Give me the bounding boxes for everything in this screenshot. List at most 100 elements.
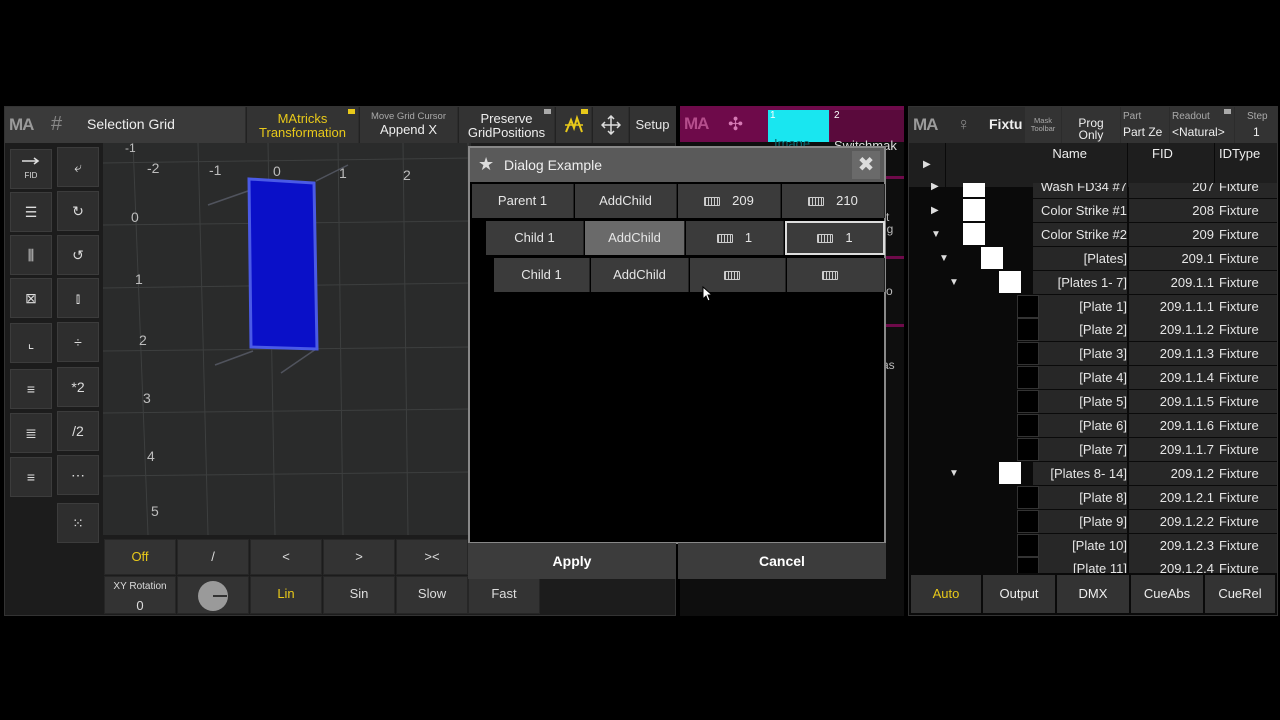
dots-wave-icon[interactable]: ⋯ xyxy=(57,455,99,495)
off-button[interactable]: Off xyxy=(104,539,176,575)
sparkle-grid-icon[interactable] xyxy=(555,107,591,143)
slow-button[interactable]: Slow xyxy=(396,576,468,614)
tab-switchmak[interactable]: 2 Switchmak xyxy=(830,110,904,153)
color-swatch xyxy=(999,270,1021,293)
readout-button[interactable]: Readout <Natural> xyxy=(1170,107,1234,143)
fid-tool-button[interactable]: FID xyxy=(10,149,52,189)
close-icon[interactable]: ✖ xyxy=(852,151,880,179)
multiply-two-button[interactable]: *2 xyxy=(57,367,99,407)
cancel-button[interactable]: Cancel xyxy=(678,543,886,579)
expand-arrow-icon[interactable]: ▶ xyxy=(931,205,939,216)
table-row[interactable]: ▼ Color Strike #2 209 Fixture xyxy=(909,222,1277,247)
value-field-2[interactable]: 210 xyxy=(782,184,885,218)
rotate-corner-icon[interactable]: ⤶ xyxy=(57,147,99,187)
tab-cuerel[interactable]: CueRel xyxy=(1205,575,1275,613)
tab-output[interactable]: Output xyxy=(983,575,1055,613)
table-row[interactable]: [Plate 1] 209.1.1.1 Fixture xyxy=(909,294,1277,319)
value-field-2[interactable]: 1 xyxy=(785,221,885,255)
value-field-2[interactable] xyxy=(787,258,885,292)
ma-logo[interactable]: MA xyxy=(9,115,34,135)
tab-cueabs[interactable]: CueAbs xyxy=(1131,575,1203,613)
greater-than-button[interactable]: > xyxy=(323,539,395,575)
list-arrows-icon[interactable]: ☰ xyxy=(10,192,52,232)
lightbulb-icon[interactable]: ♀ xyxy=(957,114,971,135)
fixture-idtype: Fixture xyxy=(1219,489,1259,505)
rotation-knob[interactable] xyxy=(177,576,249,614)
add-child-button[interactable]: AddChild xyxy=(591,258,689,292)
preserve-gridpositions-button[interactable]: Preserve GridPositions xyxy=(458,107,554,143)
bounce-button[interactable]: >< xyxy=(396,539,468,575)
ma-logo[interactable]: MA xyxy=(684,114,709,134)
part-button[interactable]: Part Part Ze xyxy=(1121,107,1169,143)
divide-two-button[interactable]: /2 xyxy=(57,411,99,451)
table-row[interactable]: [Plate 5] 209.1.1.5 Fixture xyxy=(909,390,1277,414)
puzzle-icon[interactable]: ✣ xyxy=(728,114,743,135)
expand-arrow-icon[interactable]: ▶ xyxy=(931,183,939,192)
split-horizontal-icon[interactable]: ÷ xyxy=(57,322,99,362)
column-header-name[interactable]: Name xyxy=(946,143,1127,187)
rotate-ccw-icon[interactable]: ↺ xyxy=(57,235,99,275)
fixture-fid: 209.1.1.5 xyxy=(1159,394,1214,410)
selection-grid-canvas[interactable]: -1 -2 -1 0 1 2 0 1 2 3 4 5 xyxy=(103,143,471,535)
mask-toolbar-button[interactable]: Mask Toolbar xyxy=(1025,107,1061,143)
prog-only-button[interactable]: Prog Only xyxy=(1062,107,1120,143)
parent-1-label[interactable]: Parent 1 xyxy=(472,184,574,218)
move-arrows-icon[interactable] xyxy=(592,107,628,143)
collapse-arrow-icon[interactable]: ▼ xyxy=(931,229,941,240)
child-1-label[interactable]: Child 1 xyxy=(486,221,584,255)
fast-button[interactable]: Fast xyxy=(468,576,540,614)
split-vertical-icon[interactable]: ⫾ xyxy=(57,278,99,318)
table-row[interactable]: ▼ [Plates 8- 14] 209.1.2 Fixture xyxy=(909,461,1277,486)
table-row[interactable]: [Plate 6] 209.1.1.6 Fixture xyxy=(909,414,1277,438)
apply-button[interactable]: Apply xyxy=(468,543,676,579)
expand-all-button[interactable]: ▶ xyxy=(909,143,945,187)
table-row[interactable]: ▼ [Plates 1- 7] 209.1.1 Fixture xyxy=(909,270,1277,295)
columns-icon[interactable]: ⫼ xyxy=(10,235,52,275)
slash-button[interactable]: / xyxy=(177,539,249,575)
matricks-transformation-button[interactable]: MAtricks Transformation xyxy=(246,107,358,143)
value-field-1[interactable]: 1 xyxy=(686,221,784,255)
collapse-arrow-icon[interactable]: ▼ xyxy=(949,468,959,479)
less-than-button[interactable]: < xyxy=(250,539,322,575)
table-row[interactable]: [Plate 11] 209.1.2.4 Fixture xyxy=(909,557,1277,573)
scatter-icon[interactable]: ⊠ xyxy=(10,278,52,318)
corner-arrow-icon[interactable]: ⌞ xyxy=(10,323,52,363)
table-row[interactable]: ▶ Color Strike #1 208 Fixture xyxy=(909,198,1277,223)
table-row[interactable]: [Plate 2] 209.1.1.2 Fixture xyxy=(909,318,1277,342)
selected-fixture-square[interactable] xyxy=(247,177,319,351)
tab-dmx[interactable]: DMX xyxy=(1057,575,1129,613)
child-1-label[interactable]: Child 1 xyxy=(494,258,590,292)
column-header-fid[interactable]: FID xyxy=(1128,143,1214,187)
ma-logo[interactable]: MA xyxy=(913,115,938,135)
grid-dots-icon[interactable]: ⁙ xyxy=(57,503,99,543)
align-right-icon[interactable]: ≡ xyxy=(10,457,52,497)
table-row[interactable]: ▶ Wash FD34 #7 207 Fixture xyxy=(909,183,1277,199)
setup-button[interactable]: Setup xyxy=(629,107,675,143)
collapse-arrow-icon[interactable]: ▼ xyxy=(949,277,959,288)
collapse-arrow-icon[interactable]: ▼ xyxy=(939,253,949,264)
sin-button[interactable]: Sin xyxy=(323,576,395,614)
table-row[interactable]: [Plate 9] 209.1.2.2 Fixture xyxy=(909,509,1277,534)
value-field-1[interactable]: 209 xyxy=(678,184,781,218)
tab-auto[interactable]: Auto xyxy=(911,575,981,613)
grid-hash-icon[interactable]: # xyxy=(51,113,62,136)
rotate-cw-icon[interactable]: ↻ xyxy=(57,191,99,231)
move-grid-cursor-button[interactable]: Move Grid Cursor Append X xyxy=(359,107,457,143)
align-center-icon[interactable]: ≣ xyxy=(10,413,52,453)
table-row[interactable]: [Plate 10] 209.1.2.3 Fixture xyxy=(909,533,1277,558)
fixture-list[interactable]: ▶ Wash FD34 #7 207 Fixture ▶ Color Strike #1 2… xyxy=(909,183,1277,573)
step-button[interactable]: Step 1 xyxy=(1235,107,1277,143)
add-child-button[interactable]: AddChild xyxy=(585,221,685,255)
align-left-icon[interactable]: ≡ xyxy=(10,369,52,409)
fixture-idtype: Fixture xyxy=(1219,298,1259,314)
xy-rotation-field[interactable]: XY Rotation 0 xyxy=(104,576,176,614)
column-header-idtype[interactable]: IDType xyxy=(1215,143,1277,187)
table-row[interactable]: ▼ [Plates] 209.1 Fixture xyxy=(909,246,1277,271)
table-row[interactable]: [Plate 7] 209.1.1.7 Fixture xyxy=(909,437,1277,462)
lin-button[interactable]: Lin xyxy=(250,576,322,614)
add-child-button[interactable]: AddChild xyxy=(575,184,677,218)
table-row[interactable]: [Plate 8] 209.1.2.1 Fixture xyxy=(909,485,1277,510)
tab-image[interactable]: 1 Image xyxy=(768,110,829,151)
table-row[interactable]: [Plate 3] 209.1.1.3 Fixture xyxy=(909,342,1277,366)
table-row[interactable]: [Plate 4] 209.1.1.4 Fixture xyxy=(909,366,1277,390)
